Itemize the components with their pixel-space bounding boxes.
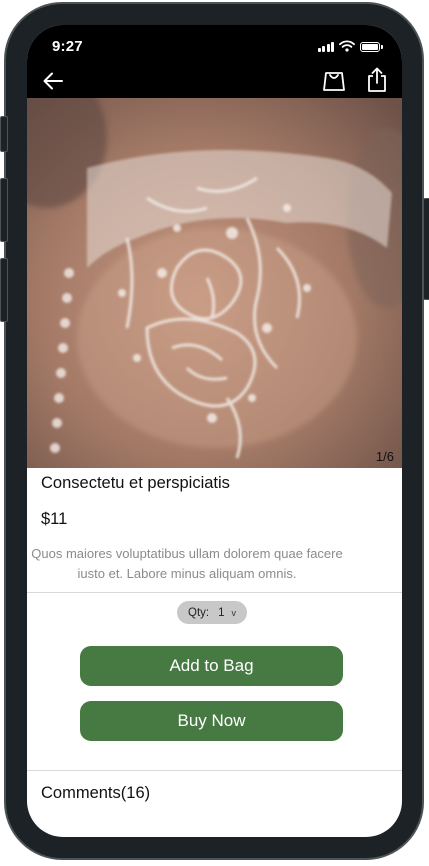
battery-icon xyxy=(360,42,383,52)
screen: 9:27 1/6 Consectetu et perspiciatis $11 … xyxy=(27,25,402,837)
divider xyxy=(27,770,402,771)
wifi-icon xyxy=(339,40,355,52)
top-bar: 9:27 xyxy=(27,25,402,98)
product-description: Quos maiores voluptatibus ullam dolorem … xyxy=(31,546,343,581)
volume-up-button xyxy=(0,178,8,242)
volume-down-button xyxy=(0,258,8,322)
image-counter: 1/6 xyxy=(375,449,394,464)
product-title: Consectetu et perspiciatis xyxy=(41,474,230,492)
quantity-label: Qty: xyxy=(188,606,210,619)
mute-switch xyxy=(0,116,8,152)
comments-link[interactable]: Comments(16) xyxy=(41,784,150,803)
quantity-selector[interactable]: Qty: 1 v xyxy=(177,601,247,624)
buy-now-button[interactable]: Buy Now xyxy=(80,701,343,741)
power-button xyxy=(423,198,429,300)
signal-icon xyxy=(317,41,334,52)
add-to-bag-button[interactable]: Add to Bag xyxy=(80,646,343,686)
status-time: 9:27 xyxy=(52,38,83,55)
share-icon[interactable] xyxy=(365,67,389,93)
quantity-value: 1 xyxy=(218,606,225,619)
arrow-left-icon[interactable] xyxy=(41,69,65,93)
chevron-down-icon: v xyxy=(231,607,237,618)
lace-dress-photo xyxy=(27,98,402,468)
status-icons xyxy=(317,40,383,52)
shopping-bag-icon[interactable] xyxy=(322,68,346,92)
divider xyxy=(27,592,402,593)
product-price: $11 xyxy=(41,510,68,528)
product-image[interactable]: 1/6 xyxy=(27,98,402,468)
